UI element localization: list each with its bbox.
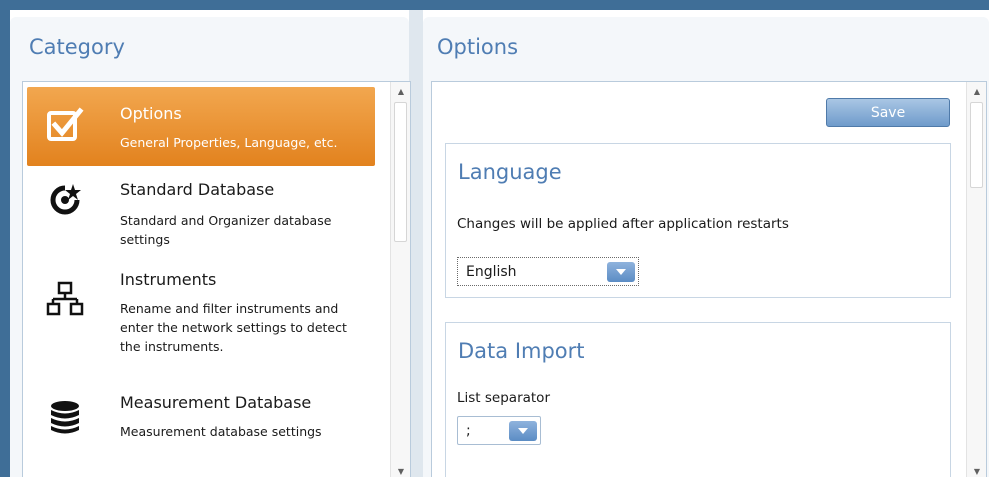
chevron-down-icon[interactable] [607, 262, 635, 282]
category-panel-title: Category [29, 35, 125, 59]
scrollbar-thumb[interactable] [970, 102, 983, 188]
list-separator-label: List separator [457, 390, 550, 406]
category-list: Options General Properties, Language, et… [22, 81, 411, 477]
options-scrollbar[interactable]: ▲ ▼ [966, 82, 986, 477]
scrollbar-thumb[interactable] [394, 102, 407, 242]
scroll-up-arrow-icon[interactable]: ▲ [967, 82, 987, 100]
category-panel: Category Options General Properties, Lan… [10, 17, 411, 477]
category-scrollbar[interactable]: ▲ ▼ [390, 82, 410, 477]
checkbox-check-icon [45, 105, 85, 145]
options-content: Save Language Changes will be applied af… [431, 81, 987, 477]
language-dropdown[interactable]: English [457, 257, 639, 286]
category-item-instruments[interactable]: Instruments Rename and filter instrument… [27, 267, 375, 377]
scroll-down-arrow-icon[interactable]: ▼ [967, 462, 987, 477]
category-item-options[interactable]: Options General Properties, Language, et… [27, 87, 375, 166]
category-item-standard-database[interactable]: Standard Database Standard and Organizer… [27, 170, 375, 262]
category-item-title: Options [120, 104, 182, 123]
target-star-icon [45, 180, 85, 220]
category-item-description: Standard and Organizer database settings [120, 213, 332, 247]
window-left-border [0, 0, 10, 477]
scroll-down-arrow-icon[interactable]: ▼ [391, 462, 411, 477]
options-panel-title: Options [437, 35, 519, 59]
window-top-border [0, 0, 989, 10]
data-import-group-title: Data Import [458, 339, 585, 363]
options-panel: Options Save Language Changes will be ap… [423, 17, 989, 477]
language-restart-note: Changes will be applied after applicatio… [457, 216, 789, 232]
category-item-description: Measurement database settings [120, 424, 322, 439]
panel-splitter[interactable] [409, 10, 423, 477]
data-import-group: Data Import List separator ; [445, 322, 951, 477]
category-item-description: General Properties, Language, etc. [120, 135, 338, 150]
list-separator-value: ; [466, 423, 471, 439]
language-group-title: Language [458, 160, 562, 184]
chevron-down-icon[interactable] [509, 421, 537, 441]
language-group: Language Changes will be applied after a… [445, 143, 951, 298]
category-item-title: Measurement Database [120, 393, 312, 412]
list-separator-dropdown[interactable]: ; [457, 416, 541, 445]
category-item-description: Rename and filter instruments and enter … [120, 301, 347, 354]
network-hierarchy-icon [45, 279, 85, 319]
language-dropdown-value: English [466, 264, 517, 280]
category-item-measurement-database[interactable]: Measurement Database Measurement databas… [27, 387, 375, 467]
category-item-title: Standard Database [120, 180, 275, 199]
category-item-title: Instruments [120, 270, 217, 289]
database-icon [45, 397, 85, 437]
scroll-up-arrow-icon[interactable]: ▲ [391, 82, 411, 100]
save-button[interactable]: Save [826, 98, 950, 127]
